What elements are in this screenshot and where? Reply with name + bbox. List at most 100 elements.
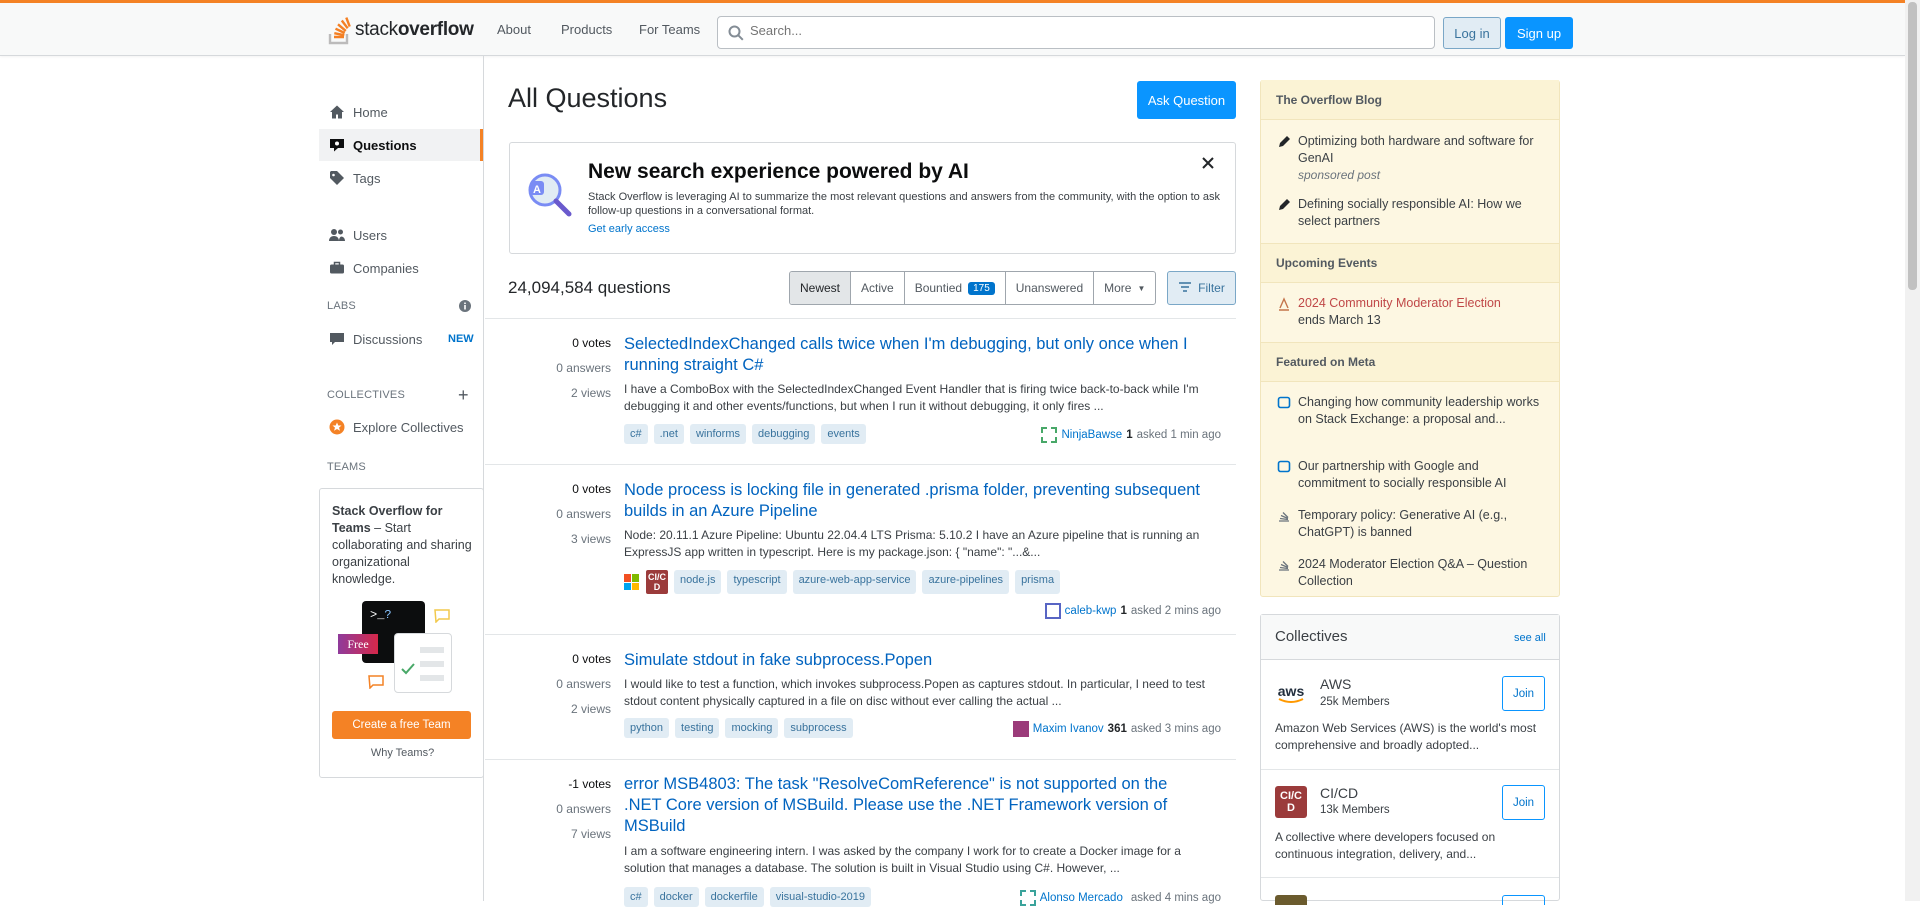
question-title[interactable]: Node process is locking file in generate… xyxy=(624,480,1209,522)
question-meta: caleb-kwp 1 asked 2 mins ago xyxy=(1044,603,1221,619)
create-team-button[interactable]: Create a free Team xyxy=(332,711,471,739)
avatar[interactable] xyxy=(1012,721,1029,737)
sidebar-item-users[interactable]: Users xyxy=(319,219,483,251)
ai-banner-body: Stack Overflow is leveraging AI to summa… xyxy=(588,191,1220,217)
filter-bountied[interactable]: Bountied 175 xyxy=(905,272,1006,304)
microsoft-icon[interactable] xyxy=(624,574,640,590)
tag[interactable]: docker xyxy=(653,887,699,907)
tag[interactable]: azure-web-app-service xyxy=(792,570,917,594)
see-all-link[interactable]: see all xyxy=(1514,632,1546,644)
collective-badge[interactable]: CI/CD xyxy=(646,570,668,594)
tag[interactable]: python xyxy=(624,718,670,738)
info-icon[interactable] xyxy=(459,300,471,315)
new-badge: NEW xyxy=(448,333,474,345)
collective-name[interactable]: AWS xyxy=(1320,676,1351,692)
sidebar-item-home[interactable]: Home xyxy=(319,96,483,128)
tag[interactable]: debugging xyxy=(752,424,816,444)
avatar[interactable] xyxy=(1044,603,1061,619)
stackoverflow-logo[interactable]: stackoverflow xyxy=(327,15,474,45)
collective-logo[interactable] xyxy=(1275,895,1307,905)
tag[interactable]: testing xyxy=(675,718,720,738)
answer-count: 0 answers xyxy=(556,802,611,816)
tag[interactable]: prisma xyxy=(1015,570,1061,594)
free-badge: Free xyxy=(338,634,378,654)
vote-count: -1 votes xyxy=(568,777,611,791)
tag[interactable]: mocking xyxy=(725,718,779,738)
plus-icon[interactable]: + xyxy=(458,386,469,404)
collective-name[interactable]: CI/CD xyxy=(1320,785,1358,801)
sidebar-item-explore-collectives[interactable]: Explore Collectives xyxy=(319,411,483,443)
asked-time[interactable]: asked 3 mins ago xyxy=(1131,723,1221,735)
briefcase-icon xyxy=(329,260,345,276)
question-title[interactable]: SelectedIndexChanged calls twice when I'… xyxy=(624,334,1209,376)
blog-item[interactable]: Optimizing both hardware and software fo… xyxy=(1298,133,1548,184)
login-button[interactable]: Log in xyxy=(1443,17,1501,49)
filter-newest[interactable]: Newest xyxy=(790,272,852,304)
asked-time[interactable]: asked 4 mins ago xyxy=(1131,892,1221,904)
tag[interactable]: winforms xyxy=(689,424,746,444)
meta-chat-icon xyxy=(1277,460,1291,474)
vote-count: 0 votes xyxy=(572,336,611,350)
users-icon xyxy=(329,227,345,243)
nav-for-teams[interactable]: For Teams xyxy=(639,22,700,37)
question-title[interactable]: Simulate stdout in fake subprocess.Popen xyxy=(624,650,1209,671)
user-name[interactable]: NinjaBawse xyxy=(1061,429,1122,441)
tag[interactable]: node.js xyxy=(674,570,722,594)
asked-time[interactable]: asked 1 min ago xyxy=(1137,429,1221,441)
join-button[interactable] xyxy=(1502,895,1545,905)
search-box[interactable] xyxy=(717,16,1435,49)
avatar[interactable] xyxy=(1041,427,1058,443)
scrollbar-thumb[interactable] xyxy=(1908,2,1917,290)
sidebar-item-discussions[interactable]: Discussions NEW xyxy=(319,323,483,355)
discussion-icon xyxy=(329,331,345,347)
ask-question-button[interactable]: Ask Question xyxy=(1137,81,1236,119)
sidebar-item-questions[interactable]: Questions xyxy=(319,129,483,161)
question-excerpt: I am a software engineering intern. I wa… xyxy=(624,844,1181,875)
sidebar-item-tags[interactable]: Tags xyxy=(319,162,483,194)
cicd-logo[interactable]: CI/CD xyxy=(1275,786,1307,818)
search-input[interactable] xyxy=(750,23,1350,38)
filter-button[interactable]: Filter xyxy=(1167,271,1236,305)
tag[interactable]: typescript xyxy=(727,570,787,594)
page-scrollbar[interactable] xyxy=(1905,0,1920,901)
tag[interactable]: events xyxy=(821,424,866,444)
tag[interactable]: subprocess xyxy=(784,718,853,738)
why-teams-link[interactable]: Why Teams? xyxy=(320,747,485,759)
tag[interactable]: visual-studio-2019 xyxy=(769,887,872,907)
meta-item[interactable]: Changing how community leadership works … xyxy=(1298,394,1548,428)
tag[interactable]: azure-pipelines xyxy=(922,570,1010,594)
tag-icon xyxy=(329,170,345,186)
blog-item[interactable]: Defining socially responsible AI: How we… xyxy=(1298,196,1548,230)
event-title[interactable]: 2024 Community Moderator Election xyxy=(1298,296,1501,310)
get-early-access-link[interactable]: Get early access xyxy=(588,223,670,235)
filter-more[interactable]: More ▼ xyxy=(1094,272,1155,304)
asked-time[interactable]: asked 2 mins ago xyxy=(1131,605,1221,617)
answer-count: 0 answers xyxy=(556,507,611,521)
collectives-heading: Collectives xyxy=(1275,628,1348,645)
avatar[interactable] xyxy=(1019,890,1036,906)
filter-active[interactable]: Active xyxy=(851,272,905,304)
page-title: All Questions xyxy=(508,83,668,113)
question-title[interactable]: error MSB4803: The task "ResolveComRefer… xyxy=(624,774,1209,837)
aws-logo[interactable]: aws xyxy=(1275,678,1307,710)
close-icon[interactable] xyxy=(1202,157,1214,172)
user-name[interactable]: Maxim Ivanov xyxy=(1033,723,1104,735)
nav-products[interactable]: Products xyxy=(561,22,612,37)
signup-button[interactable]: Sign up xyxy=(1505,17,1573,49)
meta-item[interactable]: Our partnership with Google and commitme… xyxy=(1298,458,1548,492)
filter-more-label: More xyxy=(1104,281,1132,295)
tag[interactable]: .net xyxy=(653,424,684,444)
tag[interactable]: c# xyxy=(624,887,648,907)
sidebar-item-companies[interactable]: Companies xyxy=(319,252,483,284)
user-name[interactable]: Alonso Mercado xyxy=(1040,892,1123,904)
meta-item[interactable]: 2024 Moderator Election Q&A – Question C… xyxy=(1298,556,1548,590)
join-button[interactable]: Join xyxy=(1502,785,1545,820)
tag[interactable]: c# xyxy=(624,424,648,444)
user-name[interactable]: caleb-kwp xyxy=(1065,605,1117,617)
filter-unanswered[interactable]: Unanswered xyxy=(1006,272,1095,304)
join-button[interactable]: Join xyxy=(1502,676,1545,711)
nav-about[interactable]: About xyxy=(497,22,531,37)
meta-item[interactable]: Temporary policy: Generative AI (e.g., C… xyxy=(1298,507,1548,541)
pencil-icon xyxy=(1277,135,1291,149)
tag[interactable]: dockerfile xyxy=(704,887,764,907)
